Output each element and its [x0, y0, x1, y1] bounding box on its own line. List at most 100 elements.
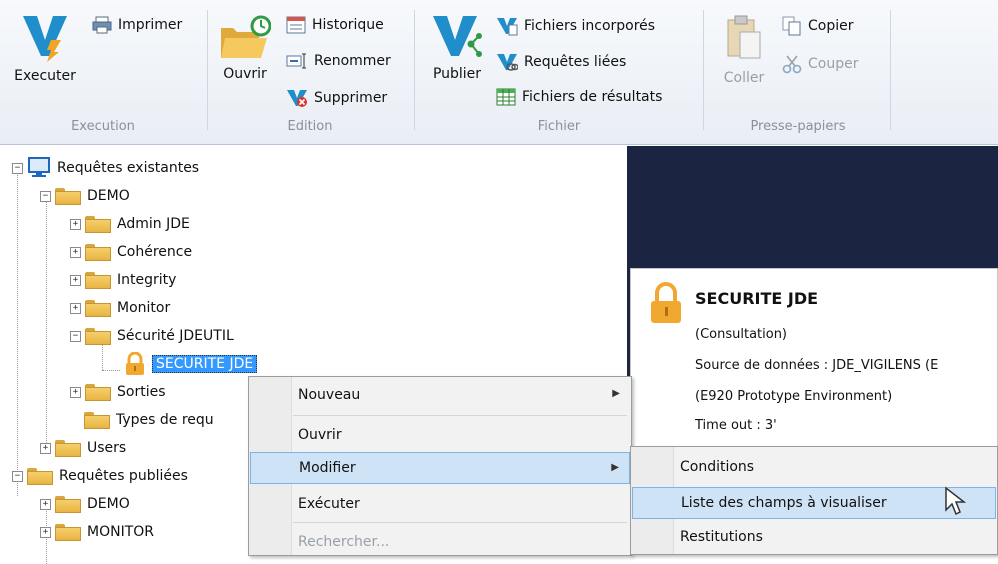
- paste-icon: [727, 15, 761, 59]
- tree-node-label: Users: [87, 440, 127, 456]
- ribbon-separator: [890, 10, 891, 130]
- tree-node-label: Sécurité JDEUTIL: [117, 328, 234, 344]
- collapse-toggle[interactable]: −: [12, 470, 23, 482]
- collapse-toggle[interactable]: −: [70, 330, 81, 342]
- ribbon-separator: [414, 10, 415, 130]
- imprimer-button[interactable]: Imprimer: [92, 16, 182, 34]
- group-label-edition: Edition: [287, 119, 333, 134]
- menu-separator: [293, 522, 627, 523]
- tree-node-demo[interactable]: − DEMO: [40, 184, 130, 208]
- expand-toggle[interactable]: +: [70, 386, 81, 398]
- tree-node-label: SECURITE JDE: [152, 355, 258, 373]
- fichiers-incorpores-label: Fichiers incorporés: [524, 18, 656, 34]
- coller-button[interactable]: Coller: [714, 14, 774, 86]
- expand-toggle[interactable]: +: [40, 498, 51, 510]
- tree-node-pub-monitor[interactable]: + MONITOR: [40, 520, 154, 544]
- tree-node-types-de-requetes[interactable]: Types de requ: [84, 408, 214, 432]
- menu-item-ouvrir[interactable]: Ouvrir: [250, 419, 630, 451]
- collapse-toggle[interactable]: −: [40, 190, 51, 202]
- folder-icon: [55, 187, 81, 205]
- tree-node-sorties[interactable]: + Sorties: [70, 380, 166, 404]
- folder-icon: [84, 411, 110, 429]
- tree-line: [102, 370, 120, 371]
- printer-icon: [92, 16, 112, 34]
- folder-icon: [85, 215, 111, 233]
- expand-toggle[interactable]: +: [70, 302, 81, 314]
- requetes-liees-button[interactable]: Requêtes liées: [496, 52, 626, 72]
- folder-icon: [27, 467, 53, 485]
- imprimer-label: Imprimer: [118, 17, 183, 33]
- submenu-arrow-icon: ▶: [612, 388, 620, 399]
- tree-node-label: DEMO: [87, 188, 130, 204]
- couper-label: Couper: [808, 56, 859, 72]
- group-edition: Ouvrir Historique Renommer Supprimer Edi…: [210, 4, 410, 140]
- ouvrir-button[interactable]: Ouvrir: [214, 14, 276, 82]
- expand-toggle[interactable]: +: [70, 274, 81, 286]
- delete-icon: [287, 90, 307, 107]
- tree-node-coherence[interactable]: + Cohérence: [70, 240, 192, 264]
- submenu-item-restitutions[interactable]: Restitutions: [632, 521, 996, 553]
- fichiers-resultats-button[interactable]: Fichiers de résultats: [496, 88, 662, 106]
- tree-node-label: Requêtes publiées: [59, 468, 188, 484]
- tree-node-admin-jde[interactable]: + Admin JDE: [70, 212, 190, 236]
- open-folder-icon: [221, 15, 271, 58]
- tree-node-integrity[interactable]: + Integrity: [70, 268, 176, 292]
- rename-icon: [286, 53, 306, 69]
- requetes-liees-label: Requêtes liées: [524, 54, 627, 70]
- menu-item-rechercher[interactable]: Rechercher...: [250, 526, 630, 558]
- copier-button[interactable]: Copier: [782, 16, 854, 36]
- group-execution: Executer Imprimer Execution: [0, 4, 206, 140]
- publier-label: Publier: [432, 66, 482, 82]
- tree-node-securite-jdeutil[interactable]: − Sécurité JDEUTIL: [70, 324, 234, 348]
- collapse-toggle[interactable]: −: [12, 162, 23, 174]
- copier-label: Copier: [808, 18, 854, 34]
- tree-node-label: Requêtes existantes: [57, 160, 200, 176]
- linked-queries-icon: [497, 54, 518, 71]
- couper-button[interactable]: Couper: [782, 54, 858, 74]
- folder-icon: [55, 495, 81, 513]
- tree-node-label: MONITOR: [87, 524, 154, 540]
- expand-toggle[interactable]: +: [70, 246, 81, 258]
- group-presse-papiers: Coller Copier Couper Presse-papiers: [706, 4, 890, 140]
- tree-node-monitor[interactable]: + Monitor: [70, 296, 170, 320]
- tree-node-requetes-existantes[interactable]: − Requêtes existantes: [12, 156, 199, 180]
- expand-toggle[interactable]: +: [40, 526, 51, 538]
- tree-node-users[interactable]: + Users: [40, 436, 126, 460]
- renommer-button[interactable]: Renommer: [286, 52, 391, 70]
- supprimer-button[interactable]: Supprimer: [286, 88, 387, 108]
- fichiers-incorpores-button[interactable]: Fichiers incorporés: [496, 16, 655, 36]
- historique-label: Historique: [312, 17, 384, 33]
- historique-button[interactable]: Historique: [286, 16, 384, 34]
- lock-icon: [126, 352, 144, 375]
- publish-icon: [433, 16, 482, 57]
- results-grid-icon: [496, 88, 516, 106]
- menu-item-nouveau[interactable]: Nouveau ▶: [250, 379, 630, 411]
- folder-icon: [55, 523, 81, 541]
- tree-line: [17, 166, 18, 496]
- menu-item-label: Conditions: [680, 459, 755, 475]
- tree-node-securite-jde[interactable]: SECURITE JDE: [124, 352, 258, 376]
- expand-toggle[interactable]: +: [40, 442, 51, 454]
- executer-button[interactable]: Executer: [10, 10, 80, 84]
- tree-node-requetes-publiees[interactable]: − Requêtes publiées: [12, 464, 188, 488]
- renommer-label: Renommer: [314, 53, 391, 69]
- fichiers-resultats-label: Fichiers de résultats: [522, 89, 663, 105]
- tree-line: [46, 196, 47, 451]
- menu-item-label: Exécuter: [298, 496, 360, 512]
- submenu-item-conditions[interactable]: Conditions: [632, 451, 996, 483]
- modifier-submenu: Conditions Liste des champs à visualiser…: [630, 446, 998, 555]
- publier-button[interactable]: Publier: [422, 10, 492, 82]
- tree-node-label: Admin JDE: [117, 216, 190, 232]
- ribbon: Executer Imprimer Execution Ouvrir Histo…: [0, 0, 998, 145]
- tree-node-label: Integrity: [117, 272, 177, 288]
- folder-icon: [85, 327, 111, 345]
- scissors-icon: [782, 55, 802, 74]
- expand-toggle[interactable]: +: [70, 218, 81, 230]
- menu-item-modifier[interactable]: Modifier ▶: [250, 452, 630, 484]
- submenu-item-liste-champs[interactable]: Liste des champs à visualiser: [632, 487, 996, 519]
- ribbon-separator: [703, 10, 704, 130]
- menu-item-executer[interactable]: Exécuter: [250, 488, 630, 520]
- tree-node-pub-demo[interactable]: + DEMO: [40, 492, 130, 516]
- group-label-fichier: Fichier: [537, 119, 581, 134]
- folder-icon: [85, 271, 111, 289]
